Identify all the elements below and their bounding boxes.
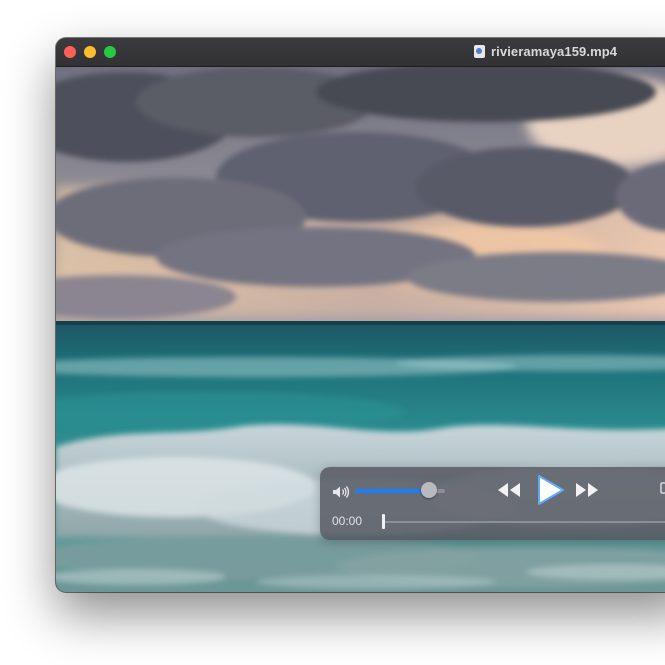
- volume-icon[interactable]: [332, 485, 350, 499]
- rewind-icon[interactable]: [496, 481, 522, 499]
- playback-scrubber-handle[interactable]: [382, 514, 385, 529]
- quicktime-file-icon: [474, 45, 485, 58]
- current-time-label: 00:00: [332, 514, 363, 528]
- fast-forward-icon[interactable]: [574, 481, 600, 499]
- playback-controls: 00:00: [320, 467, 665, 540]
- playback-scrubber[interactable]: [382, 521, 665, 523]
- minimize-button[interactable]: [84, 46, 96, 58]
- title-bar[interactable]: rivieramaya159.mp4: [56, 38, 665, 67]
- play-icon[interactable]: [534, 473, 566, 507]
- video-player-window: rivieramaya159.mp4 00:00: [56, 38, 665, 592]
- volume-slider-knob[interactable]: [420, 482, 437, 498]
- close-button[interactable]: [64, 46, 76, 58]
- volume-slider-fill: [355, 489, 429, 493]
- window-title-group: rivieramaya159.mp4: [474, 44, 617, 59]
- picture-in-picture-icon[interactable]: [660, 481, 665, 495]
- window-title: rivieramaya159.mp4: [491, 44, 618, 59]
- video-frame[interactable]: 00:00: [56, 67, 665, 592]
- zoom-button[interactable]: [104, 46, 116, 58]
